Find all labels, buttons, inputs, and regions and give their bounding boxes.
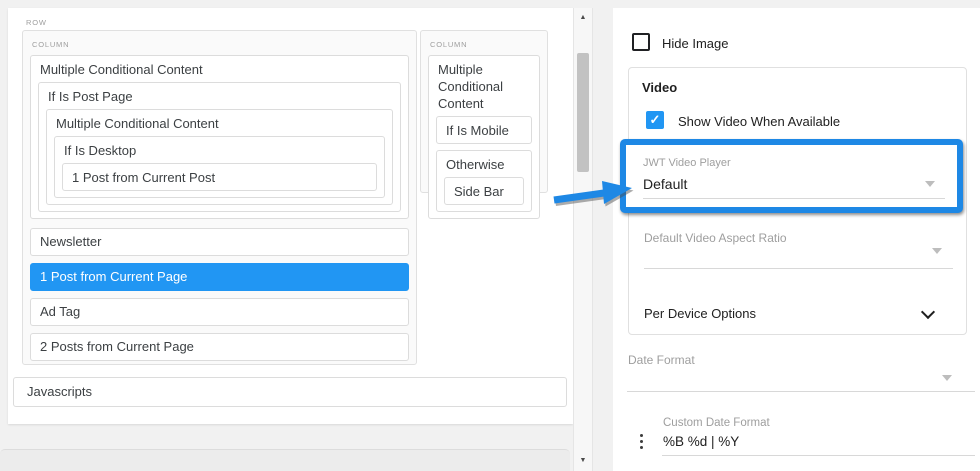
jwt-player-underline bbox=[643, 198, 945, 199]
custom-date-format-underline bbox=[662, 455, 975, 456]
row-label: ROW bbox=[26, 18, 47, 27]
custom-date-format-label: Custom Date Format bbox=[663, 417, 770, 429]
per-device-options-label: Per Device Options bbox=[644, 306, 756, 321]
per-device-expand-icon[interactable] bbox=[921, 305, 935, 319]
widget-javascripts[interactable]: Javascripts bbox=[13, 377, 567, 407]
pointer-arrow-annotation bbox=[546, 174, 638, 219]
widget-title: Side Bar bbox=[445, 178, 523, 204]
widget-side-bar[interactable]: Side Bar bbox=[444, 177, 524, 205]
next-section-edge bbox=[0, 449, 570, 471]
scroll-down-icon[interactable]: ▼ bbox=[574, 456, 592, 466]
hide-image-label: Hide Image bbox=[662, 36, 728, 51]
widget-1-post-from-current-page-selected[interactable]: 1 Post from Current Page bbox=[30, 263, 409, 291]
date-format-label: Date Format bbox=[628, 353, 695, 367]
widget-if-is-mobile[interactable]: If Is Mobile bbox=[436, 116, 532, 144]
column-1-label: COLUMN bbox=[32, 40, 69, 49]
column-2-content: Multiple Conditional Content If Is Mobil… bbox=[421, 55, 547, 192]
layout-canvas: ROW COLUMN Multiple Conditional Content … bbox=[8, 8, 573, 424]
widget-multiple-conditional-content[interactable]: Multiple Conditional Content If Is Mobil… bbox=[428, 55, 540, 219]
widget-otherwise[interactable]: Otherwise Side Bar bbox=[436, 150, 532, 212]
jwt-player-highlight-annotation: JWT Video Player Default bbox=[620, 139, 963, 213]
widget-2-posts-from-current-page[interactable]: 2 Posts from Current Page bbox=[30, 333, 409, 361]
scrollbar-thumb[interactable] bbox=[577, 53, 589, 172]
column-2[interactable]: COLUMN Multiple Conditional Content If I… bbox=[420, 30, 548, 193]
jwt-player-select[interactable]: Default bbox=[643, 176, 687, 192]
widget-title: If Is Post Page bbox=[39, 83, 400, 109]
column-1-content: Multiple Conditional Content If Is Post … bbox=[23, 55, 416, 364]
date-format-underline bbox=[627, 391, 975, 392]
aspect-ratio-label: Default Video Aspect Ratio bbox=[644, 231, 787, 245]
aspect-ratio-underline bbox=[644, 268, 953, 269]
widget-multiple-conditional-content-inner[interactable]: Multiple Conditional Content If Is Deskt… bbox=[46, 109, 393, 205]
show-video-checkbox[interactable]: ✓ bbox=[646, 111, 664, 129]
widget-if-is-post-page[interactable]: If Is Post Page Multiple Conditional Con… bbox=[38, 82, 401, 212]
jwt-player-label: JWT Video Player bbox=[643, 157, 731, 169]
widget-title: If Is Mobile bbox=[437, 117, 531, 143]
widget-title: If Is Desktop bbox=[55, 137, 384, 163]
widget-title: Multiple Conditional Content bbox=[31, 56, 408, 82]
hide-image-checkbox[interactable] bbox=[632, 33, 650, 51]
kebab-menu-icon[interactable] bbox=[640, 434, 643, 449]
custom-date-format-input[interactable]: %B %d | %Y bbox=[663, 434, 739, 449]
checkmark-icon: ✓ bbox=[650, 112, 661, 127]
scroll-up-icon[interactable]: ▲ bbox=[574, 13, 592, 23]
widget-title: Multiple Conditional Content bbox=[429, 56, 539, 116]
aspect-ratio-dropdown-icon[interactable] bbox=[932, 248, 942, 254]
show-video-label: Show Video When Available bbox=[678, 114, 840, 129]
widget-multiple-conditional-content-outer[interactable]: Multiple Conditional Content If Is Post … bbox=[30, 55, 409, 219]
vertical-scrollbar[interactable]: ▲ ▼ bbox=[573, 8, 593, 471]
arrow-icon bbox=[546, 174, 638, 214]
widget-title: 1 Post from Current Post bbox=[63, 164, 376, 190]
column-1[interactable]: COLUMN Multiple Conditional Content If I… bbox=[22, 30, 417, 365]
video-section-title: Video bbox=[642, 80, 677, 95]
date-format-dropdown-icon[interactable] bbox=[942, 375, 952, 381]
widget-title: Multiple Conditional Content bbox=[47, 110, 392, 136]
jwt-player-dropdown-icon[interactable] bbox=[925, 181, 935, 187]
column-2-label: COLUMN bbox=[430, 40, 467, 49]
settings-inspector-panel: Hide Image Video ✓ Show Video When Avail… bbox=[613, 8, 980, 471]
widget-newsletter[interactable]: Newsletter bbox=[30, 228, 409, 256]
widget-1-post-from-current-post[interactable]: 1 Post from Current Post bbox=[62, 163, 377, 191]
widget-title: Otherwise bbox=[437, 151, 531, 177]
widget-if-is-desktop[interactable]: If Is Desktop 1 Post from Current Post bbox=[54, 136, 385, 198]
widget-ad-tag[interactable]: Ad Tag bbox=[30, 298, 409, 326]
